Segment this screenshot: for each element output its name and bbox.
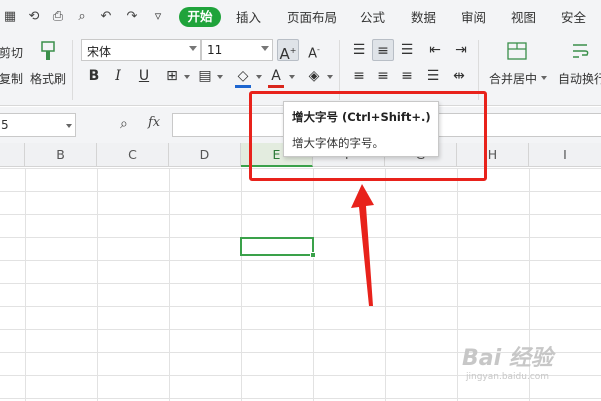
column-header[interactable]: C — [97, 143, 169, 167]
align-left-icon[interactable]: ≡ — [348, 65, 370, 87]
align-middle-icon[interactable]: ≡ — [372, 39, 394, 61]
tab-review[interactable]: 审阅 — [461, 9, 486, 27]
grid-line — [25, 168, 26, 401]
chevron-down-icon — [66, 124, 72, 128]
grid-line — [313, 168, 314, 401]
distributed-icon[interactable]: ⇹ — [448, 65, 470, 87]
column-header[interactable]: I — [529, 143, 601, 167]
underline-button[interactable]: U — [133, 65, 155, 87]
name-box[interactable]: 5 — [0, 113, 76, 137]
grid-line — [0, 329, 601, 330]
grid-line — [0, 283, 601, 284]
watermark-url: jingyan.baidu.com — [466, 372, 550, 382]
format-painter-icon[interactable] — [37, 40, 59, 64]
more-dropdown-icon[interactable]: ▿ — [150, 9, 166, 25]
borders-icon[interactable]: ⊞ — [161, 65, 183, 87]
fill-handle[interactable] — [310, 252, 316, 258]
zoom-search-icon[interactable]: ⌕ — [120, 116, 128, 132]
chevron-down-icon[interactable] — [289, 75, 295, 79]
print-icon[interactable]: ⎙ — [50, 9, 66, 25]
grid-line — [97, 168, 98, 401]
grid-line — [0, 306, 601, 307]
watermark: Bai 经验 jingyan.baidu.com — [462, 340, 601, 401]
tab-view[interactable]: 视图 — [511, 9, 536, 27]
selected-cell[interactable] — [240, 237, 314, 256]
chevron-down-icon[interactable] — [184, 75, 190, 79]
name-box-value: 5 — [1, 118, 9, 132]
align-center-icon[interactable]: ≡ — [372, 65, 394, 87]
grid-line — [0, 214, 601, 215]
format-painter-button[interactable]: 格式刷 — [30, 70, 66, 87]
eraser-icon[interactable]: ◈ — [303, 65, 325, 87]
column-header-a[interactable] — [0, 143, 25, 167]
tab-insert[interactable]: 插入 — [236, 9, 261, 27]
decrease-font-size-button[interactable]: A- — [303, 39, 325, 61]
font-color-button[interactable]: A — [265, 65, 287, 87]
font-size-value: 11 — [207, 43, 223, 57]
grid-line — [241, 168, 242, 401]
merge-center-button[interactable]: 合并居中 — [489, 70, 537, 87]
copy-button[interactable]: 复制 — [0, 70, 23, 87]
font-color-swatch — [268, 85, 284, 88]
italic-button[interactable]: I — [107, 65, 129, 87]
fill-color-swatch — [235, 85, 251, 88]
justify-icon[interactable]: ☰ — [422, 65, 444, 87]
chevron-down-icon[interactable] — [327, 75, 333, 79]
align-bottom-icon[interactable]: ☰ — [396, 39, 418, 61]
tab-start[interactable]: 开始 — [179, 7, 221, 27]
grid-icon[interactable]: ▦ — [2, 9, 18, 25]
column-header[interactable]: D — [169, 143, 241, 167]
increase-indent-icon[interactable]: ⇥ — [450, 39, 472, 61]
redo-icon[interactable]: ↷ — [124, 9, 140, 25]
font-size-select[interactable]: 11 — [201, 39, 273, 61]
annotation-highlight-box — [249, 91, 487, 181]
font-name-select[interactable]: 宋体 — [81, 39, 201, 61]
tab-page-layout[interactable]: 页面布局 — [287, 9, 337, 27]
column-header[interactable]: B — [25, 143, 97, 167]
undo-icon[interactable]: ↶ — [98, 9, 114, 25]
menu-bar: ▦ ⟲ ⎙ ⌕ ↶ ↷ ▿ 开始 插入 页面布局 公式 数据 审阅 视图 安全 — [0, 0, 601, 34]
tab-formulas[interactable]: 公式 — [360, 9, 385, 27]
watermark-logo: Bai 经验 — [462, 346, 553, 371]
fx-button[interactable]: fx — [148, 115, 160, 130]
grid-line — [0, 260, 601, 261]
increase-font-size-icon: A — [279, 45, 290, 63]
chevron-down-icon — [261, 46, 269, 51]
divider — [72, 40, 73, 100]
tab-data[interactable]: 数据 — [411, 9, 436, 27]
fill-pattern-icon[interactable]: ▤ — [194, 65, 216, 87]
save-icon[interactable]: ⟲ — [26, 9, 42, 25]
chevron-down-icon[interactable] — [541, 76, 547, 80]
annotation-arrow-icon — [351, 184, 374, 306]
wrap-text-button[interactable]: 自动换行 — [558, 70, 601, 87]
align-right-icon[interactable]: ≡ — [396, 65, 418, 87]
chevron-down-icon — [189, 46, 197, 51]
decrease-font-size-icon: A — [308, 46, 317, 62]
chevron-down-icon[interactable] — [217, 75, 223, 79]
align-top-icon[interactable]: ☰ — [348, 39, 370, 61]
grid-line — [169, 168, 170, 401]
font-color-icon: A — [271, 68, 281, 84]
chevron-down-icon[interactable] — [256, 75, 262, 79]
increase-font-size-button[interactable]: A+ — [277, 39, 299, 63]
font-name-value: 宋体 — [87, 45, 112, 59]
decrease-indent-icon[interactable]: ⇤ — [424, 39, 446, 61]
bold-button[interactable]: B — [83, 65, 105, 87]
grid-line — [457, 168, 458, 401]
print-preview-icon[interactable]: ⌕ — [74, 9, 90, 25]
cut-button[interactable]: 剪切 — [0, 44, 23, 61]
fill-color-icon[interactable]: ◇ — [232, 65, 254, 87]
grid-line — [0, 191, 601, 192]
wrap-text-icon[interactable] — [570, 40, 592, 62]
merge-center-icon[interactable] — [506, 40, 528, 62]
tab-security[interactable]: 安全 — [561, 9, 586, 27]
